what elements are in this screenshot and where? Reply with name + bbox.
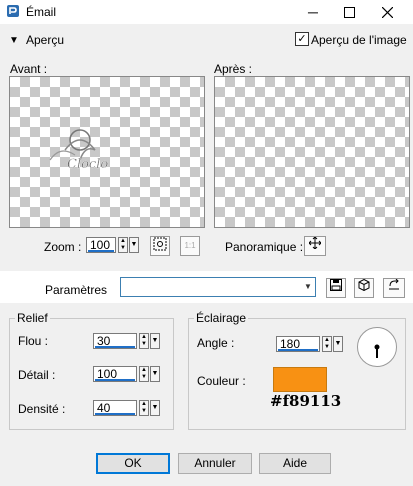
help-button[interactable]: Aide [259,453,331,474]
angle-needle-icon [374,344,380,358]
angle-dial[interactable] [357,327,397,367]
relief-title: Relief [15,311,50,325]
before-label: Avant : [10,62,48,76]
save-preset-button[interactable] [326,278,346,298]
ok-button[interactable]: OK [96,453,170,474]
move-arrows-icon [308,236,322,250]
watermark-text: Cloclo [67,157,108,172]
pan-button[interactable] [304,236,326,256]
detail-dropdown[interactable]: ▼ [150,366,160,382]
color-swatch[interactable] [273,367,327,392]
blur-dropdown[interactable]: ▼ [150,333,160,349]
fit-icon [153,237,167,251]
blur-spinner[interactable]: ▲ ▼ [139,333,149,349]
one-to-one-label: 1:1 [184,241,196,250]
detail-label: Détail : [18,368,56,382]
zoom-spinner[interactable]: ▲ ▼ [118,237,128,253]
angle-spinner[interactable]: ▲ ▼ [322,336,332,352]
dice-icon [358,278,370,292]
angle-input[interactable]: 180 [276,336,320,352]
color-hex-text: #f89113 [270,392,342,410]
random-button[interactable] [354,278,374,298]
watermark-logo: Cloclo [49,129,109,172]
zoom-1to1-button[interactable]: 1:1 [180,236,200,256]
blur-input[interactable]: 30 [93,333,137,349]
lighting-title: Éclairage [194,311,249,325]
minimize-icon: ─ [308,4,318,20]
close-button[interactable] [367,0,407,24]
app-icon [7,5,19,17]
parameters-combo[interactable]: ▼ [120,277,316,297]
density-label: Densité : [18,402,66,416]
after-label: Après : [214,62,253,76]
maximize-button[interactable] [329,0,369,24]
preview-section-label: Aperçu [26,33,65,47]
preview-checkbox[interactable]: ✓ [295,32,309,46]
pan-label: Panoramique : [225,240,304,254]
zoom-dropdown[interactable]: ▼ [129,237,139,253]
parameters-label: Paramètres [45,283,108,297]
detail-spinner[interactable]: ▲ ▼ [139,366,149,382]
density-dropdown[interactable]: ▼ [150,400,160,416]
cancel-button[interactable]: Annuler [178,453,252,474]
preview-checkbox-label[interactable]: Aperçu de l'image [311,33,407,47]
maximize-icon [343,6,355,18]
collapse-arrow-icon[interactable]: ▼ [9,35,19,46]
detail-input[interactable]: 100 [93,366,137,382]
combo-arrow-icon[interactable]: ▼ [301,278,315,296]
zoom-fit-button[interactable] [150,236,170,256]
density-spinner[interactable]: ▲ ▼ [139,400,149,416]
density-input[interactable]: 40 [93,400,137,416]
zoom-label: Zoom : [44,240,82,254]
after-preview[interactable] [214,76,410,228]
window-title: Émail [26,5,57,19]
close-icon [381,6,393,18]
reset-button[interactable] [383,278,405,298]
zoom-input[interactable]: 100 [86,237,116,253]
reset-icon [389,278,399,290]
blur-label: Flou : [18,334,49,348]
angle-dropdown[interactable]: ▼ [333,336,343,352]
save-icon [330,279,342,291]
minimize-button[interactable]: ─ [293,0,333,24]
color-label: Couleur : [197,374,246,388]
angle-label: Angle : [197,336,235,350]
